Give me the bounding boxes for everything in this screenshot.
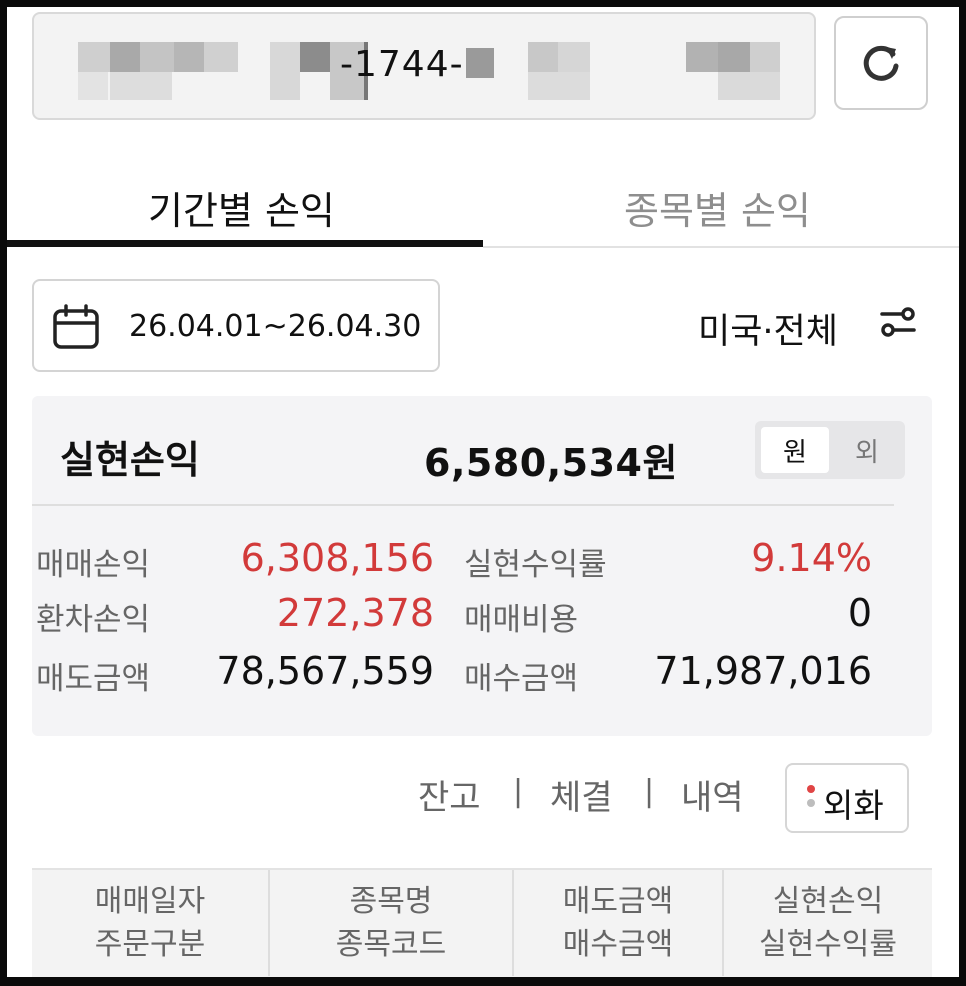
- buy-amount-label: 매수금액: [464, 661, 579, 697]
- link-separator: |: [513, 774, 524, 809]
- trading-cost-label: 매매비용: [464, 602, 579, 638]
- execution-link[interactable]: 체결: [550, 770, 613, 819]
- column-trade-date[interactable]: 매매일자 주문구분: [32, 870, 268, 976]
- masked-segment: [110, 42, 140, 72]
- masked-segment: [110, 72, 172, 100]
- active-tab-indicator: [7, 240, 483, 247]
- column-line1: 실현손익: [772, 884, 884, 919]
- status-dot-gray: [807, 799, 815, 807]
- masked-segment: [718, 42, 750, 72]
- column-line2: 매수금액: [562, 927, 674, 962]
- trading-pnl-label: 매매손익: [36, 547, 151, 583]
- filter-settings-icon[interactable]: [880, 306, 916, 338]
- summary-divider: [32, 504, 894, 506]
- trading-cost-value: 0: [847, 591, 872, 635]
- currency-toggle[interactable]: 원 외: [755, 421, 905, 479]
- column-line2: 실현수익률: [759, 927, 897, 962]
- refresh-icon: [863, 45, 899, 81]
- realized-return-value: 9.14%: [751, 536, 872, 580]
- masked-segment: [686, 42, 718, 72]
- tab-divider: [483, 246, 959, 248]
- buy-amount-value: 71,987,016: [654, 649, 872, 693]
- column-line1: 매도금액: [562, 884, 674, 919]
- market-filter-label[interactable]: 미국·전체: [698, 303, 838, 354]
- masked-segment: [174, 42, 204, 72]
- tab-stock-pnl[interactable]: 종목별 손익: [624, 180, 811, 235]
- date-range-text: 26.04.01~26.04.30: [129, 309, 422, 344]
- realized-return-label: 실현수익률: [464, 547, 607, 583]
- tab-period-pnl[interactable]: 기간별 손익: [148, 180, 335, 235]
- calendar-icon: [53, 304, 99, 349]
- masked-segment: [528, 72, 590, 100]
- fx-pnl-value: 272,378: [276, 591, 434, 635]
- masked-segment: [528, 42, 558, 72]
- column-line1: 종목명: [349, 884, 433, 919]
- sell-amount-label: 매도금액: [36, 661, 151, 697]
- date-range-picker[interactable]: 26.04.01~26.04.30: [32, 279, 440, 372]
- balance-link[interactable]: 잔고: [418, 770, 481, 819]
- masked-segment: [140, 42, 174, 72]
- masked-segment: [270, 42, 300, 100]
- masked-segment: [750, 42, 780, 72]
- trading-pnl-value: 6,308,156: [240, 536, 434, 580]
- masked-segment: [466, 48, 494, 78]
- status-dot-red: [807, 785, 815, 793]
- masked-segment: [558, 42, 590, 72]
- account-number-visible: -1744-: [340, 44, 464, 85]
- fx-pnl-label: 환차손익: [36, 602, 151, 638]
- masked-segment: [300, 42, 330, 72]
- column-line2: 주문구분: [94, 927, 206, 962]
- masked-segment: [78, 72, 108, 100]
- masked-segment: [204, 42, 238, 72]
- account-selector[interactable]: -1744-: [32, 12, 816, 120]
- foreign-currency-button[interactable]: 외화: [785, 763, 909, 833]
- column-line1: 매매일자: [94, 884, 206, 919]
- history-link[interactable]: 내역: [681, 770, 744, 819]
- foreign-currency-label: 외화: [823, 786, 884, 825]
- masked-segment: [718, 72, 780, 100]
- link-separator: |: [644, 774, 655, 809]
- refresh-button[interactable]: [834, 16, 928, 110]
- table-header: 매매일자 주문구분 종목명 종목코드 매도금액 매수금액 실현손익 실현수익률: [32, 868, 932, 980]
- currency-foreign-option[interactable]: 외: [835, 427, 899, 473]
- realized-pnl-value: 6,580,534원: [424, 441, 678, 485]
- column-realized-pnl[interactable]: 실현손익 실현수익률: [722, 870, 932, 976]
- column-stock-name[interactable]: 종목명 종목코드: [268, 870, 512, 976]
- masked-segment: [78, 42, 110, 72]
- column-line2: 종목코드: [335, 927, 447, 962]
- realized-pnl-title: 실현손익: [60, 438, 200, 482]
- sell-amount-value: 78,567,559: [216, 649, 434, 693]
- currency-won-option[interactable]: 원: [761, 427, 829, 473]
- realized-pnl-card: 실현손익 6,580,534원 원 외 매매손익 6,308,156 실현수익률…: [32, 396, 932, 736]
- column-sell-buy-amount[interactable]: 매도금액 매수금액: [512, 870, 722, 976]
